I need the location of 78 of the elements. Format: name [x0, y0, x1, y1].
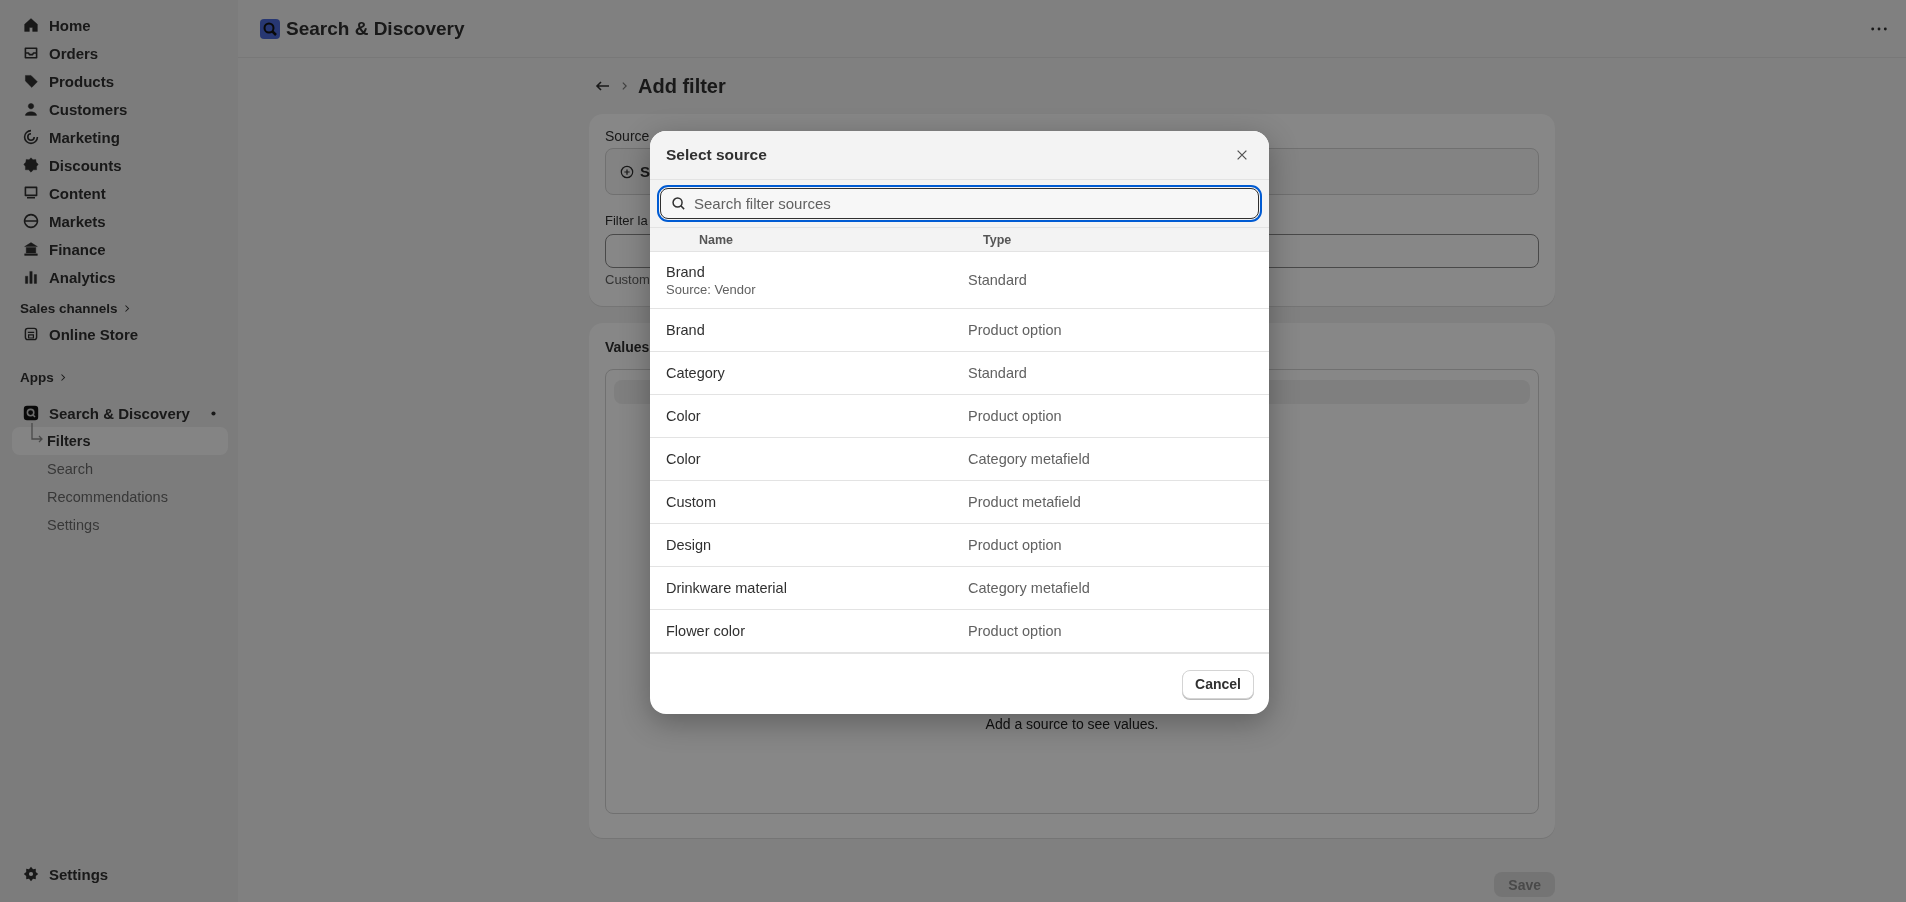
source-name: Color — [666, 408, 701, 424]
home-icon — [23, 17, 39, 33]
source-type: Category metafield — [968, 580, 1090, 596]
nav-item[interactable]: Products — [12, 67, 228, 95]
bank-icon — [23, 241, 39, 257]
source-name: Color — [666, 451, 701, 467]
source-type: Category metafield — [968, 451, 1090, 467]
card-title: Values — [605, 339, 650, 355]
source-type: Product option — [968, 322, 1062, 338]
inbox-icon — [23, 45, 39, 61]
cancel-button[interactable]: Cancel — [1182, 669, 1254, 699]
nav-item[interactable]: Orders — [12, 39, 228, 67]
source-row[interactable]: Flower color Product option — [650, 610, 1269, 653]
source-type: Standard — [968, 365, 1027, 381]
source-row[interactable]: Custom Product metafield — [650, 481, 1269, 524]
globe-icon — [23, 213, 39, 229]
source-row[interactable]: Color Category metafield — [650, 438, 1269, 481]
source-name: Flower color — [666, 623, 745, 639]
field-label: Filter la — [605, 213, 648, 228]
sub-nav-item[interactable]: Search — [12, 455, 228, 483]
bar-chart-icon — [23, 269, 39, 285]
nav-item[interactable]: Discounts — [12, 151, 228, 179]
nav-item[interactable]: Home — [12, 11, 228, 39]
nav-item[interactable]: Markets — [12, 207, 228, 235]
source-name: Brand — [666, 263, 705, 280]
source-row[interactable]: Category Standard — [650, 352, 1269, 395]
source-detail: Source: Vendor — [666, 281, 756, 297]
source-name: Brand — [666, 322, 705, 338]
nav-item[interactable]: Customers — [12, 95, 228, 123]
search-field[interactable]: Search filter sources — [660, 188, 1259, 219]
chevron-icon — [123, 304, 130, 313]
more-icon[interactable] — [1870, 25, 1888, 32]
dot-icon — [211, 410, 216, 416]
nav-item[interactable]: Online Store — [12, 320, 228, 348]
plus-circle-icon — [620, 164, 634, 179]
source-name: Design — [666, 537, 712, 553]
source-row[interactable]: Drinkware material Category metafield — [650, 567, 1269, 610]
source-type: Product option — [968, 408, 1062, 424]
tag-icon — [23, 73, 39, 89]
sub-nav-item[interactable]: Recommendations — [12, 483, 228, 511]
person-icon — [23, 101, 39, 117]
search-icon — [23, 405, 39, 421]
source-row[interactable]: Color Product option — [650, 395, 1269, 438]
chevron-icon — [59, 373, 66, 382]
source-row[interactable]: Brand Product option — [650, 309, 1269, 352]
source-name: Category — [666, 365, 725, 381]
nav-item[interactable]: Marketing — [12, 123, 228, 151]
source-name: Custom — [666, 494, 716, 510]
app-title: Search & Discovery — [286, 17, 465, 40]
nav-item[interactable]: Analytics — [12, 263, 228, 291]
search-icon — [671, 196, 686, 211]
nav-item[interactable]: Content — [12, 179, 228, 207]
badge-icon — [23, 157, 39, 173]
column-header: Name — [699, 232, 735, 247]
source-type: Product option — [968, 537, 1062, 553]
sub-nav-item[interactable]: Settings — [12, 511, 228, 539]
settings-link[interactable]: Settings — [12, 860, 228, 888]
close-icon[interactable] — [1235, 148, 1249, 162]
source-row[interactable]: Design Product option — [650, 524, 1269, 567]
nav-item[interactable]: Search & Discovery — [12, 399, 211, 427]
store-icon — [23, 326, 39, 342]
settings-icon — [23, 866, 39, 882]
page-title: Add filter — [638, 74, 726, 98]
app-logo-icon — [260, 18, 280, 39]
source-type: Product metafield — [968, 494, 1081, 510]
nav-item[interactable]: Finance — [12, 235, 228, 263]
chevron-icon — [621, 81, 628, 91]
source-type: Standard — [968, 272, 1027, 288]
modal-title: Select source — [666, 146, 767, 164]
source-row[interactable]: Brand Source: Vendor Standard — [650, 252, 1269, 309]
source-name: Drinkware material — [666, 580, 787, 596]
section-link[interactable]: Sales channels — [20, 301, 118, 316]
empty-state-text: Add a source to see values. — [985, 716, 1159, 732]
field-label: Source — [605, 128, 650, 144]
column-header: Type — [983, 232, 1012, 247]
section-link[interactable]: Apps — [20, 370, 54, 385]
help-text: Custom — [605, 272, 650, 287]
source-type: Product option — [968, 623, 1062, 639]
